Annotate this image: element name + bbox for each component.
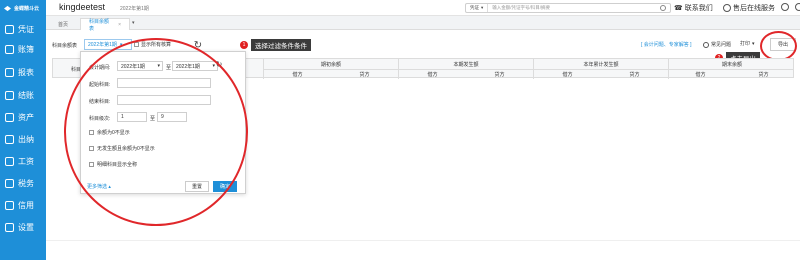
callout-select-filter: 选择过滤条件条件 <box>251 39 311 51</box>
tax-icon <box>5 178 14 188</box>
chevron-down-icon: ▾ <box>752 40 755 47</box>
top-bar: kingdeetest 2022年第1期 凭证 ▾ 输入金额/凭证字号/科目/摘要… <box>46 0 800 16</box>
settings-icon <box>5 222 14 232</box>
asset-icon <box>5 112 14 122</box>
help-icon[interactable] <box>781 3 789 11</box>
brand-logo[interactable]: 金蝶精斗云 <box>3 3 39 13</box>
company-name[interactable]: kingdeetest <box>59 2 105 12</box>
filter-highlight-ring <box>64 38 248 226</box>
faq-link[interactable]: 常见问题 <box>703 41 731 48</box>
credit-icon <box>5 200 14 210</box>
sidebar-item-voucher[interactable]: 凭证 <box>0 19 46 39</box>
divider <box>46 240 800 241</box>
sidebar-item-cashier[interactable]: 出纳 <box>0 129 46 149</box>
sidebar-item-ledger[interactable]: 账簿 <box>0 39 46 59</box>
cashier-icon <box>5 134 14 144</box>
sidebar-item-settings[interactable]: 设置 <box>0 217 46 237</box>
global-search[interactable]: 凭证 ▾ 输入金额/凭证字号/科目/摘要 <box>465 3 671 13</box>
sidebar-item-closing[interactable]: 结账 <box>0 85 46 105</box>
kingdee-logo-icon <box>4 5 11 11</box>
sidebar-item-asset[interactable]: 资产 <box>0 107 46 127</box>
search-icon[interactable] <box>660 5 666 11</box>
expert-answers-link[interactable]: [ 会计问题、专家解答 ] <box>641 41 692 48</box>
export-highlight-ring <box>760 31 797 61</box>
sidebar-item-salary[interactable]: 工资 <box>0 151 46 171</box>
tab-home[interactable]: 首页 <box>50 18 76 30</box>
service-icon <box>723 4 731 12</box>
salary-icon <box>5 156 14 166</box>
step-badge-1: 1 <box>240 41 248 49</box>
ledger-icon <box>5 44 14 54</box>
sidebar-item-credit[interactable]: 信用 <box>0 195 46 215</box>
report-icon <box>5 67 14 77</box>
search-input[interactable]: 输入金额/凭证字号/科目/摘要 <box>488 5 660 11</box>
after-sales-service-link[interactable]: 售后在线服务 <box>723 3 775 13</box>
chevron-down-icon: ▾ <box>481 5 484 10</box>
col-year-cumulative: 本年累计发生额 <box>583 62 619 68</box>
contact-us-link[interactable]: ☎ 联系我们 <box>674 3 713 13</box>
current-period: 2022年第1期 <box>120 6 149 12</box>
sidebar-item-tax[interactable]: 税务 <box>0 173 46 193</box>
closing-icon <box>5 90 14 100</box>
col-opening-balance: 期初余额 <box>320 62 341 68</box>
search-scope-select[interactable]: 凭证 ▾ <box>466 4 489 12</box>
col-closing-balance: 期末余额 <box>721 62 742 68</box>
voucher-icon <box>5 24 14 34</box>
close-tab-icon[interactable]: × <box>118 22 121 28</box>
print-button[interactable]: 打印 ▾ <box>740 38 755 49</box>
tab-subject-balance[interactable]: 科目余额表 × <box>80 18 130 32</box>
sidebar-item-report[interactable]: 报表 <box>0 62 46 82</box>
tab-bar: 首页 科目余额表 × ▾ <box>46 16 800 32</box>
report-title: 科目余额表 <box>52 43 78 49</box>
col-period-amount: 本期发生额 <box>453 62 479 68</box>
tab-more-dropdown[interactable]: ▾ <box>132 20 135 26</box>
settings-gear-icon[interactable] <box>795 3 800 11</box>
question-icon <box>703 41 709 48</box>
brand-name: 金蝶精斗云 <box>14 5 40 12</box>
sidebar: 金蝶精斗云 凭证 账簿 报表 结账 资产 出纳 工资 税务 信用 设置 <box>0 0 46 260</box>
phone-icon: ☎ <box>674 5 683 12</box>
